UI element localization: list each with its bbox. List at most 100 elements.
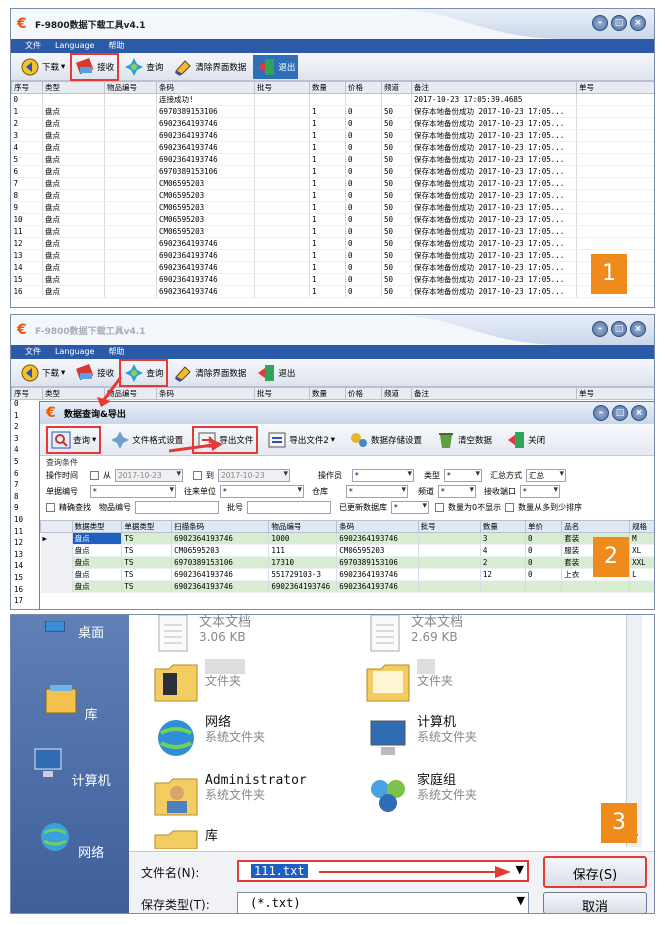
table-row[interactable]: 盘点 TS 6902364193746 6902364193746 6902364193… [40, 580, 654, 593]
save-button[interactable]: 保存(S) [543, 856, 647, 888]
warehouse-select[interactable]: * [346, 484, 408, 498]
file-item-text-doc-1[interactable]: 文本文档 3.06 KB [153, 615, 251, 655]
table-row[interactable]: 7 盘点 CM06595203 1 0 50 保存本地备份成功 2017-10-23 17:… [11, 177, 654, 190]
table-row[interactable]: ▶ 盘点 TS 6902364193746 1000 6902364193746 3 0 套装 M [40, 532, 654, 545]
column-header[interactable]: 价格 [345, 387, 382, 400]
nav-computer[interactable]: 计算机 [11, 747, 129, 789]
table-row[interactable]: 14 盘点 6902364193746 1 0 50 保存本地备份成功 2017-10-23… [11, 261, 654, 274]
file-item-text-doc-2[interactable]: 文本文档 2.69 KB [365, 615, 463, 655]
batch-input[interactable] [247, 500, 331, 514]
item-number-input[interactable] [135, 500, 219, 514]
table-row[interactable]: 8 盘点 CM06595203 1 0 50 保存本地备份成功 2017-10-23 17:… [11, 189, 654, 202]
administrator-item[interactable]: Administrator 系统文件夹 [153, 773, 307, 819]
operator-select[interactable]: * [352, 468, 414, 482]
column-header[interactable]: 条码 [156, 81, 255, 94]
network-item[interactable]: 网络 系统文件夹 [153, 715, 265, 761]
column-header[interactable]: 条码 [336, 520, 419, 533]
table-row[interactable]: 4 盘点 6902364193746 1 0 50 保存本地备份成功 2017-10-23 … [11, 141, 654, 154]
channel-select[interactable]: * [438, 484, 476, 498]
table-row[interactable]: 2 盘点 6902364193746 1 0 50 保存本地备份成功 2017-10-23 … [11, 117, 654, 130]
nav-desktop[interactable]: 桌面 [11, 620, 129, 641]
folder-item-1[interactable]: 文件夹 [153, 659, 245, 705]
homegroup-item[interactable]: 家庭组 系统文件夹 [365, 773, 477, 819]
column-header[interactable]: 单号 [576, 81, 654, 94]
column-header[interactable]: 数据类型 [71, 520, 123, 533]
column-header[interactable]: 频道 [381, 387, 412, 400]
query-button[interactable]: 查询 [121, 55, 166, 79]
table-row[interactable]: 盘点 TS 6970389153106 17310 6970389153106 2 0 套装 X… [40, 556, 654, 569]
table-row[interactable]: 盘点 TS 6902364193746 551729103-3 690236419374… [40, 568, 654, 581]
close-button[interactable]: × [630, 321, 646, 337]
exact-search-checkbox[interactable] [46, 502, 55, 512]
column-header[interactable]: 备注 [411, 81, 577, 94]
clear-data-button[interactable]: 清空数据 [433, 428, 495, 452]
nav-libraries[interactable]: 库 [11, 681, 129, 723]
column-header[interactable]: 价格 [345, 81, 382, 94]
column-header[interactable]: 数量 [309, 387, 346, 400]
from-date-field[interactable]: 2017-10-23 [115, 468, 183, 482]
computer-item[interactable]: 计算机 系统文件夹 [365, 715, 477, 761]
table-row[interactable]: 1 盘点 6970389153106 1 0 50 保存本地备份成功 2017-10-23 … [11, 105, 654, 118]
column-header[interactable]: 规格 [629, 520, 654, 533]
port-select[interactable]: * [520, 484, 560, 498]
sort-qty-checkbox[interactable] [505, 502, 515, 512]
column-header[interactable]: 序号 [11, 387, 43, 400]
column-header[interactable]: 单价 [525, 520, 563, 533]
type-select[interactable]: * [444, 468, 482, 482]
table-row[interactable]: 0 连接成功! 2017-10-23 17:05:39.4685 [11, 93, 654, 106]
menu-language[interactable]: Language [55, 39, 94, 53]
exported-select[interactable]: * [391, 500, 429, 514]
to-date-field[interactable]: 2017-10-23 [218, 468, 290, 482]
menu-help[interactable]: 帮助 [108, 345, 124, 359]
column-header[interactable]: 批号 [254, 81, 310, 94]
partner-select[interactable]: * [220, 484, 304, 498]
table-row[interactable]: 12 盘点 6902364193746 1 0 50 保存本地备份成功 2017-10-23… [11, 237, 654, 250]
column-header[interactable]: 备注 [411, 387, 577, 400]
doc-number-select[interactable]: * [90, 484, 176, 498]
nav-network[interactable]: 网络 [11, 819, 129, 861]
column-header[interactable]: 物品编号 [268, 520, 338, 533]
dialog-minimize-button[interactable]: – [593, 405, 609, 421]
table-row[interactable]: 13 盘点 6902364193746 1 0 50 保存本地备份成功 2017-10-23… [11, 249, 654, 262]
menu-file[interactable]: 文件 [25, 39, 41, 53]
column-header[interactable]: 序号 [11, 81, 43, 94]
folder-item-2[interactable]: 文件夹 [365, 659, 453, 705]
column-header[interactable]: 单据类型 [121, 520, 173, 533]
exit-button[interactable]: 退出 [253, 54, 299, 79]
table-row[interactable]: 10 盘点 CM06595203 1 0 50 保存本地备份成功 2017-10-23 17… [11, 213, 654, 226]
table-row[interactable]: 5 盘点 6902364193746 1 0 50 保存本地备份成功 2017-10-23 … [11, 153, 654, 166]
column-header[interactable]: 物品编号 [104, 81, 157, 94]
exit-button[interactable]: 退出 [253, 361, 298, 385]
maximize-button[interactable]: □ [611, 321, 627, 337]
download-button[interactable]: 下载 ▾ [17, 361, 68, 385]
dialog-close-tool-button[interactable]: 关闭 [503, 428, 548, 452]
storage-settings-button[interactable]: 数据存储设置 [346, 428, 425, 452]
clear-interface-button[interactable]: 清除界面数据 [170, 55, 249, 79]
receive-button[interactable]: 接收 [70, 52, 120, 81]
summary-select[interactable]: 汇总 [526, 468, 566, 482]
table-row[interactable]: 3 盘点 6902364193746 1 0 50 保存本地备份成功 2017-10-23 … [11, 129, 654, 142]
table-row[interactable]: 16 盘点 6902364193746 1 0 50 保存本地备份成功 2017-10-23… [11, 285, 654, 298]
minimize-button[interactable]: – [592, 321, 608, 337]
dialog-close-button[interactable]: × [631, 405, 647, 421]
table-row[interactable]: 11 盘点 CM06595203 1 0 50 保存本地备份成功 2017-10-23 17… [11, 225, 654, 238]
column-header[interactable]: 数量 [479, 520, 527, 533]
table-row[interactable]: 6 盘点 6970389153106 1 0 50 保存本地备份成功 2017-10-23 … [11, 165, 654, 178]
from-checkbox[interactable] [90, 470, 99, 480]
close-button[interactable]: × [630, 15, 646, 31]
table-row[interactable]: 9 盘点 CM06595203 1 0 50 保存本地备份成功 2017-10-23 17:… [11, 201, 654, 214]
column-header[interactable]: 单号 [576, 387, 654, 400]
dialog-maximize-button[interactable]: □ [612, 405, 628, 421]
column-header[interactable]: 扫描条码 [171, 520, 270, 533]
download-button[interactable]: 下载 ▾ [17, 55, 68, 79]
hide-zero-checkbox[interactable] [435, 502, 444, 512]
menu-file[interactable]: 文件 [25, 345, 41, 359]
to-checkbox[interactable] [193, 470, 202, 480]
column-header[interactable]: 批号 [254, 387, 310, 400]
menu-language[interactable]: Language [55, 345, 94, 359]
minimize-button[interactable]: – [592, 15, 608, 31]
export-file-2-button[interactable]: 导出文件2 ▾ [264, 428, 338, 452]
menu-help[interactable]: 帮助 [108, 39, 124, 53]
column-header[interactable]: 批号 [417, 520, 481, 533]
column-header[interactable]: 品名 [561, 520, 631, 533]
